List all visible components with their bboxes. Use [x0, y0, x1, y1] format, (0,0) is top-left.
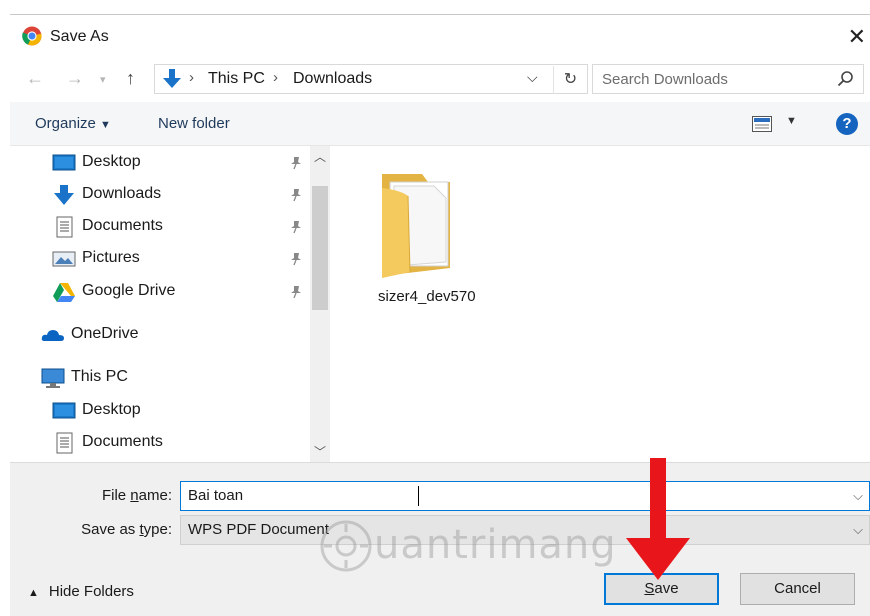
scroll-up-chevron-icon[interactable]: ︿: [314, 148, 326, 165]
documents-icon: [56, 216, 73, 238]
navigation-scrollbar[interactable]: ︿ ﹀: [310, 146, 330, 462]
sidebar-item-label: OneDrive: [71, 325, 139, 342]
organize-button[interactable]: Organize ▼: [35, 115, 111, 132]
folder-item[interactable]: sizer4_dev570: [370, 168, 480, 305]
breadcrumb-separator-icon: ›: [273, 69, 278, 86]
file-name-label: File name:: [22, 487, 172, 504]
folder-icon: [382, 174, 450, 278]
command-bar: Organize ▼ New folder ▼ ?: [10, 102, 870, 146]
chrome-icon: [22, 26, 42, 46]
chevron-up-icon: ▲: [28, 587, 39, 599]
hide-folders-button[interactable]: ▲ Hide Folders: [28, 583, 134, 600]
label-part: ype:: [143, 521, 172, 538]
pictures-icon: [52, 251, 76, 267]
view-options-icon[interactable]: [752, 116, 772, 132]
sidebar-item-label: This PC: [71, 368, 128, 385]
save-form: File name: Bai toan ⌵ Save as type: WPS …: [10, 462, 870, 616]
sidebar-item-label: Documents: [82, 433, 163, 450]
pin-icon: [291, 189, 301, 202]
downloads-arrow-icon: [163, 69, 181, 88]
address-bar: ← → ▾ ↑ › This PC › Downloads ⌵ ↻ Search…: [10, 58, 870, 102]
file-name-dropdown-chevron-icon[interactable]: ⌵: [853, 488, 863, 504]
this-pc-icon: [41, 368, 65, 388]
refresh-icon[interactable]: ↻: [553, 66, 587, 94]
pin-icon: [291, 157, 301, 170]
cancel-button[interactable]: Cancel: [740, 573, 855, 605]
view-dropdown-chevron-icon[interactable]: ▼: [786, 115, 797, 127]
address-dropdown-chevron-icon[interactable]: ⌵: [527, 69, 538, 86]
save-type-label: Save as type:: [22, 521, 172, 538]
address-path[interactable]: › This PC › Downloads ⌵ ↻: [154, 64, 588, 94]
sidebar-item-label: Documents: [82, 217, 163, 234]
desktop-icon: [52, 402, 76, 419]
hide-folders-label: Hide Folders: [48, 583, 134, 600]
text-caret: [418, 486, 419, 506]
label-part: File: [101, 487, 131, 504]
file-name-value: Bai toan: [188, 487, 244, 504]
label-accesskey: n: [130, 487, 139, 504]
sidebar-item-label: Desktop: [82, 401, 141, 418]
sidebar-item-label: Google Drive: [82, 282, 176, 299]
navigation-pane: Desktop Downloads Documents Pictures Goo…: [10, 146, 330, 462]
recent-locations-chevron-icon[interactable]: ▾: [100, 73, 106, 86]
sidebar-item-label: Downloads: [82, 185, 162, 202]
title-bar: Save As ✕: [10, 14, 870, 58]
organize-label: Organize: [35, 115, 96, 132]
pin-icon: [291, 221, 301, 234]
organize-chevron-icon: ▼: [100, 119, 111, 131]
save-accesskey: S: [644, 580, 655, 597]
scroll-down-chevron-icon[interactable]: ﹀: [314, 443, 326, 460]
help-button[interactable]: ?: [836, 113, 858, 135]
red-arrow-annotation: [626, 458, 690, 580]
forward-arrow-icon[interactable]: →: [66, 68, 84, 89]
google-drive-icon: [53, 283, 75, 302]
search-input[interactable]: Search Downloads: [592, 64, 864, 94]
onedrive-icon: [41, 330, 64, 341]
new-folder-button[interactable]: New folder: [158, 115, 230, 132]
breadcrumb-this-pc[interactable]: This PC: [208, 70, 265, 88]
breadcrumb-downloads[interactable]: Downloads: [293, 70, 372, 88]
search-placeholder: Search Downloads: [602, 71, 728, 88]
file-list: sizer4_dev570: [330, 146, 870, 462]
save-type-dropdown-chevron-icon[interactable]: ⌵: [853, 522, 863, 538]
downloads-icon: [54, 185, 74, 205]
save-type-select[interactable]: WPS PDF Document ⌵: [180, 515, 870, 545]
documents-icon: [56, 432, 73, 454]
close-button[interactable]: ✕: [848, 24, 866, 50]
pin-icon: [291, 253, 301, 266]
scrollbar-thumb[interactable]: [312, 186, 328, 310]
search-icon: [837, 71, 853, 87]
folder-name: sizer4_dev570: [378, 288, 476, 305]
save-type-value: WPS PDF Document: [188, 521, 329, 538]
sidebar-item-label: Pictures: [82, 249, 140, 266]
sidebar-item-label: Desktop: [82, 153, 141, 170]
breadcrumb-separator-icon: ›: [189, 69, 194, 86]
label-part: ame:: [138, 487, 172, 504]
up-arrow-icon[interactable]: ↑: [126, 68, 135, 89]
window-title: Save As: [50, 28, 109, 45]
desktop-icon: [52, 154, 76, 171]
back-arrow-icon[interactable]: ←: [26, 68, 44, 89]
pin-icon: [291, 286, 301, 299]
label-part: Save as: [81, 521, 140, 538]
file-name-input[interactable]: Bai toan ⌵: [180, 481, 870, 511]
save-label: ave: [654, 580, 679, 597]
